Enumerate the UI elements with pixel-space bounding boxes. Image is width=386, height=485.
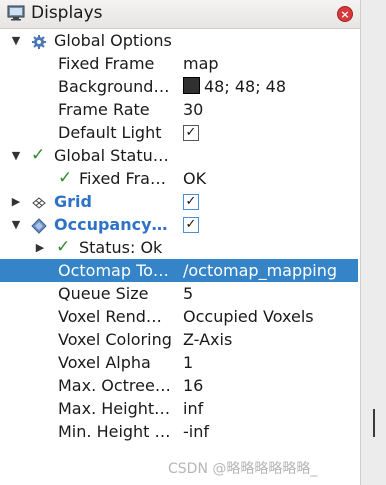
ok-check-icon: ✓ <box>31 145 46 165</box>
occupancy-map-icon <box>31 213 47 236</box>
default-light-checkbox[interactable]: ✓ <box>183 124 199 141</box>
row-label: Voxel Rend… <box>58 307 162 326</box>
monitor-icon <box>7 5 25 25</box>
tree-row-max-octree-depth[interactable]: Max. Octree… 16 <box>0 374 358 397</box>
panel-title: Displays <box>31 3 103 23</box>
grid-enabled-checkbox[interactable]: ✓ <box>183 193 199 210</box>
min-height-value[interactable]: -inf <box>183 420 209 443</box>
tree-row-octomap-topic[interactable]: Octomap To… /octomap_mapping <box>0 259 358 282</box>
tree-row-default-light[interactable]: Default Light ✓ <box>0 121 358 144</box>
tree-row-global-status[interactable]: ▼ ✓ Global Statu… <box>0 144 358 167</box>
grid-icon <box>32 190 46 213</box>
collapse-arrow-icon[interactable]: ▶ <box>9 190 23 213</box>
expand-arrow-icon[interactable]: ▼ <box>9 29 23 52</box>
row-label: Fixed Frame <box>58 54 155 73</box>
close-icon[interactable]: × <box>337 6 353 22</box>
fixed-frame-value[interactable]: map <box>183 52 219 75</box>
max-height-value[interactable]: inf <box>183 397 203 420</box>
collapse-arrow-icon[interactable]: ▶ <box>33 236 47 259</box>
voxel-rendering-value[interactable]: Occupied Voxels <box>183 305 314 328</box>
row-label: Frame Rate <box>58 100 150 119</box>
row-label: Fixed Fra… <box>79 169 166 188</box>
octomap-topic-value[interactable]: /octomap_mapping <box>183 259 337 282</box>
row-label: Grid <box>54 192 92 211</box>
row-label: Background… <box>58 77 170 96</box>
expand-arrow-icon[interactable]: ▼ <box>9 144 23 167</box>
row-label: Status: Ok <box>79 238 163 257</box>
ok-check-icon: ✓ <box>58 168 73 188</box>
expand-arrow-icon[interactable]: ▼ <box>9 213 23 236</box>
background-color-text: 48; 48; 48 <box>204 77 287 96</box>
tree-row-status-ok[interactable]: ▶ ✓ Status: Ok <box>0 236 358 259</box>
frame-rate-value[interactable]: 30 <box>183 98 203 121</box>
tree-row-frame-rate[interactable]: Frame Rate 30 <box>0 98 358 121</box>
row-label: Default Light <box>58 123 162 142</box>
occupancy-enabled-checkbox[interactable]: ✓ <box>183 216 199 233</box>
tree-row-fixed-frame[interactable]: Fixed Frame map <box>0 52 358 75</box>
displays-title-bar: Displays × <box>0 0 360 29</box>
row-label: Max. Octree… <box>58 376 171 395</box>
tree-row-global-options[interactable]: ▼ Global Options <box>0 29 358 52</box>
background-color-value[interactable]: 48; 48; 48 <box>183 75 286 98</box>
voxel-coloring-value[interactable]: Z-Axis <box>183 328 232 351</box>
color-swatch[interactable] <box>183 77 200 94</box>
tree-row-voxel-rendering[interactable]: Voxel Rend… Occupied Voxels <box>0 305 358 328</box>
tree-row-min-height[interactable]: Min. Height … -inf <box>0 420 358 443</box>
row-label: Octomap To… <box>58 261 169 280</box>
default-light-value[interactable]: ✓ <box>183 121 199 144</box>
occupancy-enabled-value[interactable]: ✓ <box>183 213 199 236</box>
row-label: Global Statu… <box>54 146 169 165</box>
tree-row-fixed-frame-status[interactable]: ✓ Fixed Fra… OK <box>0 167 358 190</box>
tree-row-max-height[interactable]: Max. Height… inf <box>0 397 358 420</box>
row-label: Min. Height … <box>58 422 171 441</box>
row-label: Voxel Alpha <box>58 353 151 372</box>
row-label: Occupancy… <box>54 215 168 234</box>
row-label: Global Options <box>54 31 172 50</box>
gear-icon <box>32 29 46 52</box>
queue-size-value[interactable]: 5 <box>183 282 193 305</box>
voxel-alpha-value[interactable]: 1 <box>183 351 193 374</box>
grid-enabled-value[interactable]: ✓ <box>183 190 199 213</box>
tree-row-voxel-alpha[interactable]: Voxel Alpha 1 <box>0 351 358 374</box>
tree-row-queue-size[interactable]: Queue Size 5 <box>0 282 358 305</box>
watermark: CSDN @略略略略略略_ <box>168 461 318 477</box>
displays-tree[interactable]: ▼ Global Options Fixed Frame map Backgro… <box>0 29 360 485</box>
tree-row-voxel-coloring[interactable]: Voxel Coloring Z-Axis <box>0 328 358 351</box>
max-octree-depth-value[interactable]: 16 <box>183 374 203 397</box>
tree-row-occupancy[interactable]: ▼ Occupancy… ✓ <box>0 213 358 236</box>
row-label: Queue Size <box>58 284 149 303</box>
row-label: Voxel Coloring <box>58 330 172 349</box>
fixed-frame-status-value: OK <box>183 169 207 188</box>
row-label: Max. Height… <box>58 399 171 418</box>
tree-row-grid[interactable]: ▶ Grid ✓ <box>0 190 358 213</box>
tree-row-background-color[interactable]: Background… 48; 48; 48 <box>0 75 358 98</box>
ok-check-icon: ✓ <box>56 237 71 257</box>
splitter-grip[interactable] <box>373 409 375 437</box>
